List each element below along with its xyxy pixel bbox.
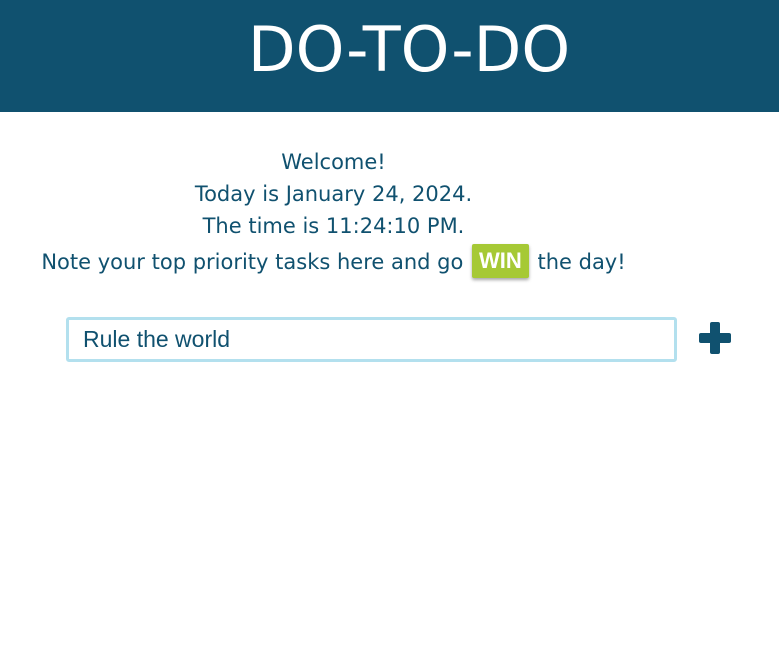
welcome-greeting: Welcome! xyxy=(281,150,386,174)
date-line: Today is January 24, 2024. xyxy=(194,182,473,206)
task-input[interactable] xyxy=(66,317,677,362)
welcome-panel: Welcome! Today is January 24, 2024. The … xyxy=(0,146,667,278)
win-badge: WIN xyxy=(472,244,529,278)
add-task-button[interactable] xyxy=(697,320,733,356)
app-title: DO-TO-DO xyxy=(247,13,571,86)
app-header: DO-TO-DO xyxy=(0,0,779,112)
priority-line: Note your top priority tasks here and go… xyxy=(0,244,667,280)
plus-icon xyxy=(697,320,733,356)
priority-prefix: Note your top priority tasks here and go xyxy=(41,250,464,274)
priority-suffix: the day! xyxy=(537,250,626,274)
time-line: The time is 11:24:10 PM. xyxy=(202,214,465,238)
